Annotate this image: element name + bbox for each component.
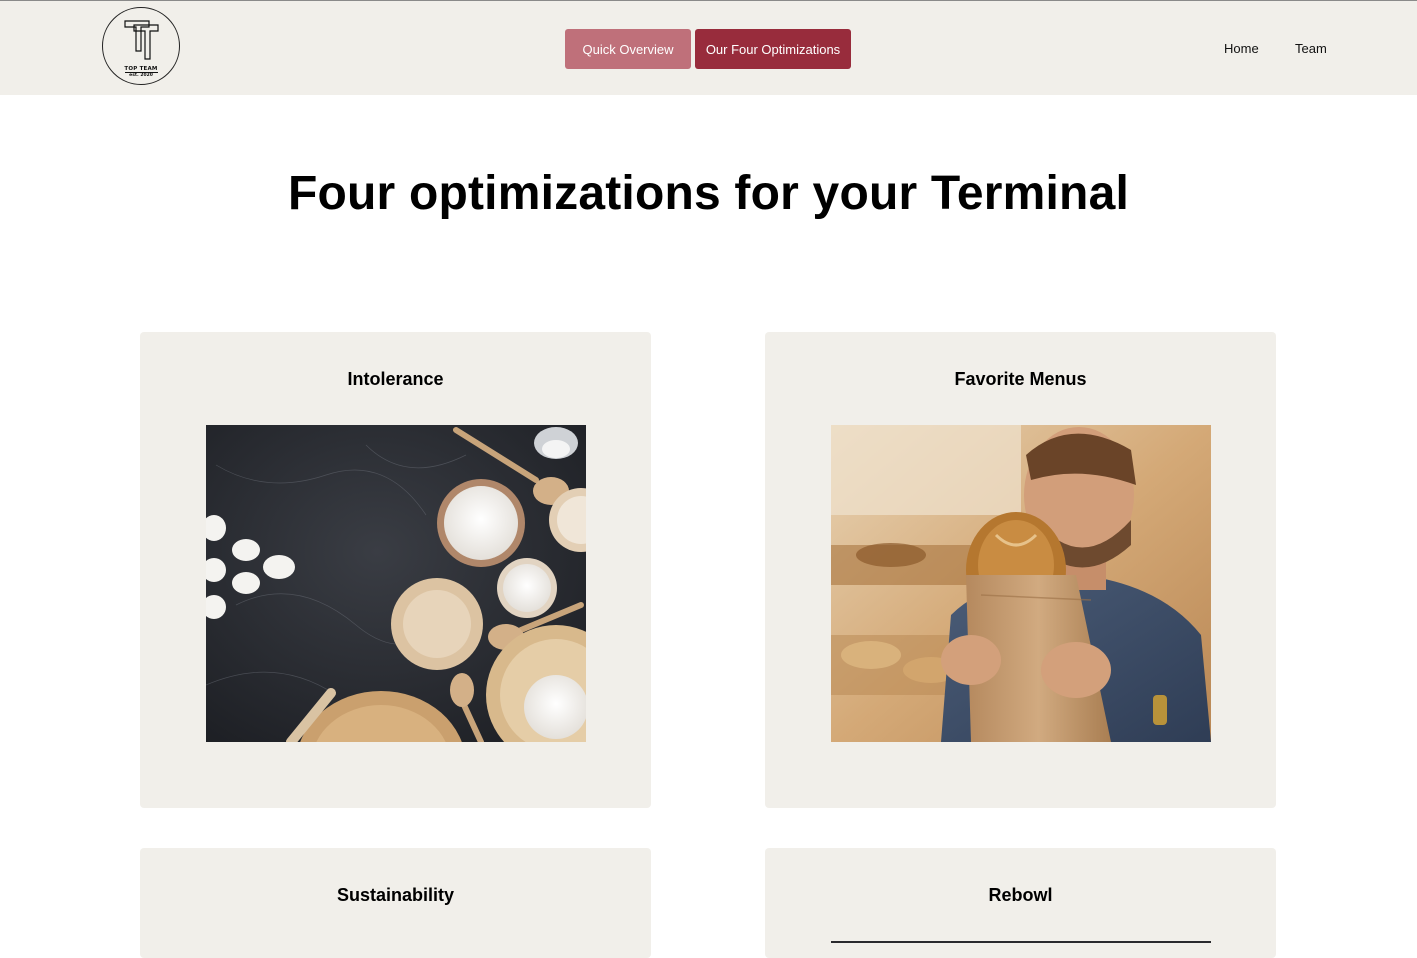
card-intolerance: Intolerance: [140, 332, 651, 808]
card-title: Rebowl: [988, 885, 1053, 905]
our-four-optimizations-button[interactable]: Our Four Optimizations: [695, 29, 851, 69]
card-title: Intolerance: [347, 369, 444, 389]
nav-home-link[interactable]: Home: [1224, 41, 1259, 56]
man-smelling-bread-image: [831, 425, 1211, 742]
top-team-logo[interactable]: TOP TEAM est. 2020: [102, 7, 180, 85]
logo-established: est. 2020: [129, 73, 153, 78]
quick-overview-button[interactable]: Quick Overview: [565, 29, 691, 69]
site-header: TOP TEAM est. 2020 Quick Overview Our Fo…: [0, 1, 1417, 95]
card-title: Favorite Menus: [954, 369, 1087, 389]
baking-ingredients-image: [206, 425, 586, 742]
rebowl-image: [831, 941, 1211, 943]
card-favorite-menus: Favorite Menus: [765, 332, 1276, 808]
logo-name: TOP TEAM: [124, 66, 158, 72]
page-title: Four optimizations for your Terminal: [287, 167, 1129, 220]
nav-team-link[interactable]: Team: [1295, 41, 1327, 56]
card-title: Sustainability: [336, 885, 455, 905]
